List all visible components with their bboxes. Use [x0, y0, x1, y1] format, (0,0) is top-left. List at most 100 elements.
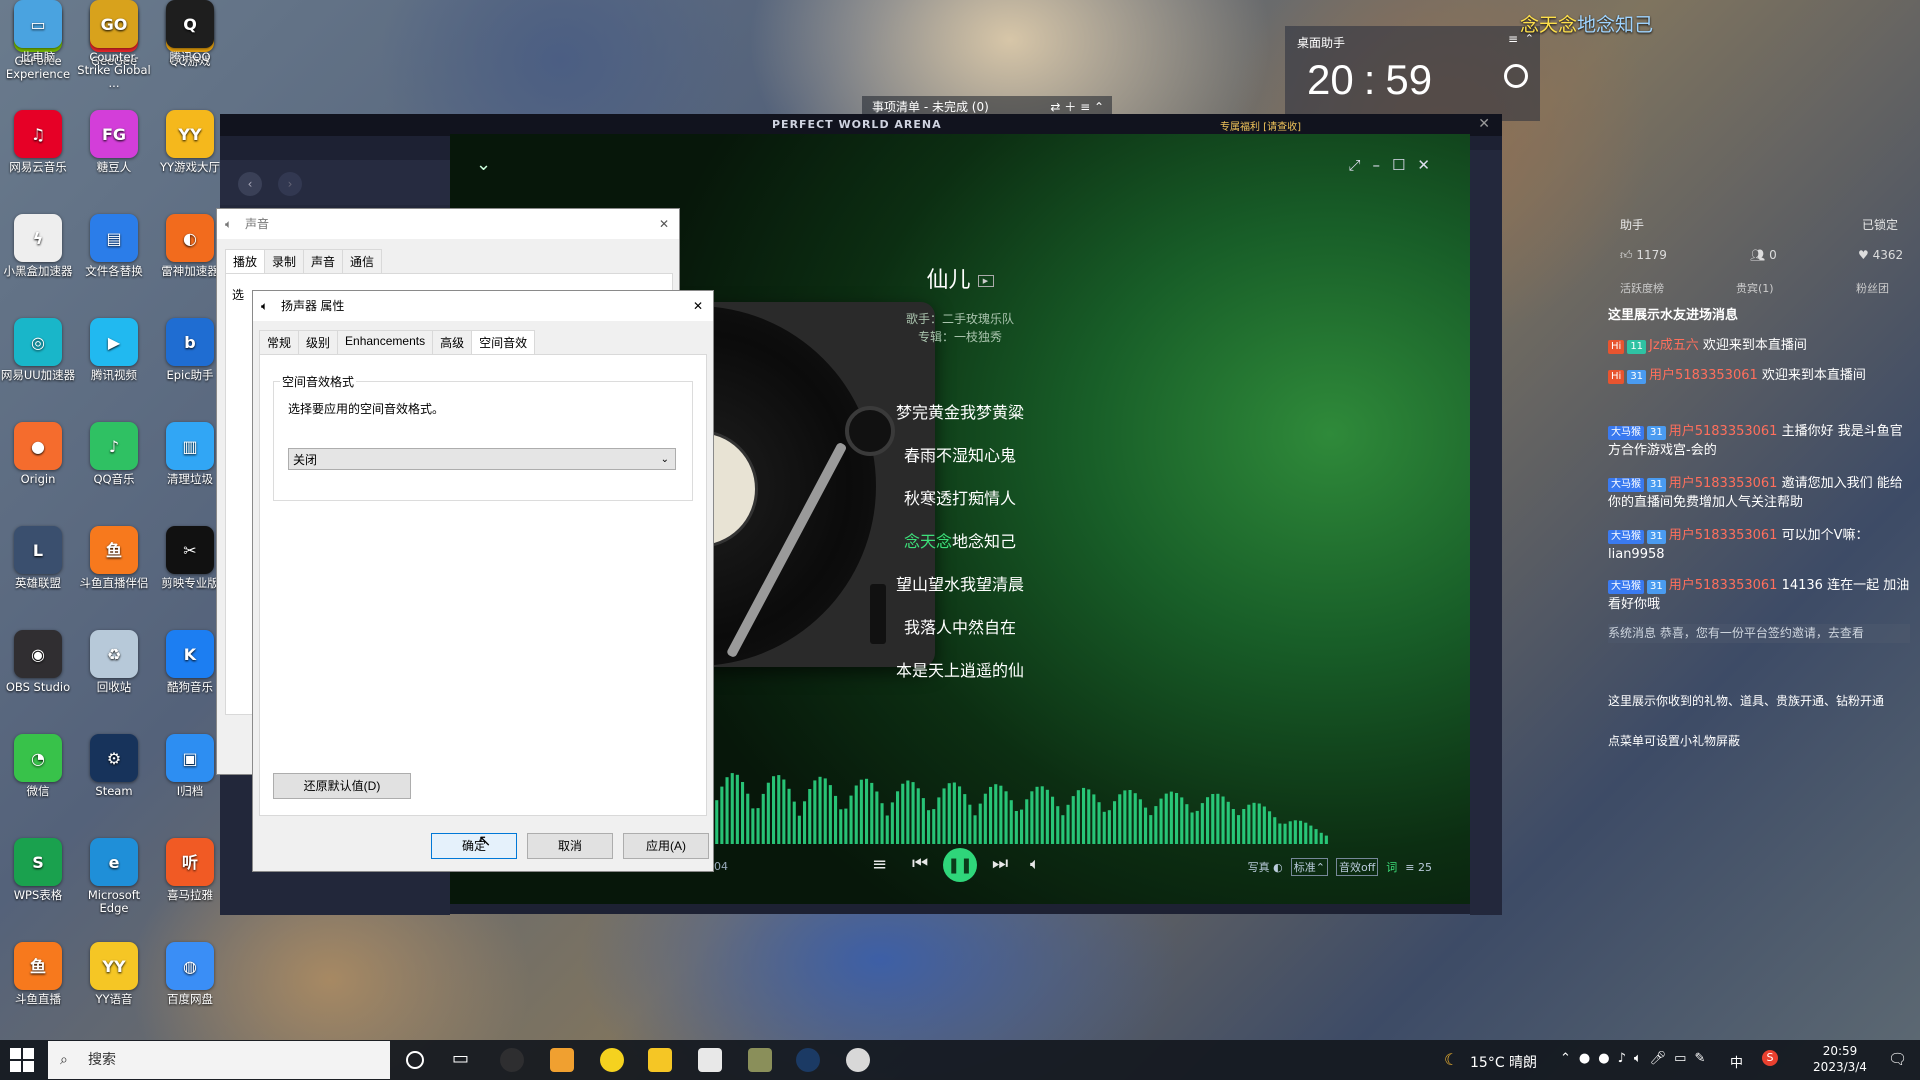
- notification-icon[interactable]: 🗨︎: [1888, 1050, 1907, 1068]
- taskbar-app-player-icon[interactable]: [846, 1048, 870, 1072]
- lyric-toggle[interactable]: 词: [1386, 859, 1397, 875]
- desktop-icon[interactable]: 听喜马拉雅: [152, 838, 228, 902]
- tab-communications[interactable]: 通信: [342, 249, 383, 273]
- desktop-icon[interactable]: L 英雄联盟: [0, 526, 76, 590]
- user-name[interactable]: 用户5183353061: [1669, 476, 1778, 491]
- live-panel-locked[interactable]: 已锁定: [1862, 216, 1898, 233]
- desktop-icon[interactable]: ▭ 此电脑: [0, 0, 76, 64]
- desktop-icon[interactable]: ● Origin: [0, 422, 76, 486]
- tray-icons[interactable]: ⌃●●♪🔈︎🎤︎▭✎: [1560, 1051, 1713, 1066]
- desktop-icon[interactable]: ⚙ Steam: [76, 734, 152, 798]
- desktop-helper-widget[interactable]: 桌面助手 ≡ ⌃ 20:59: [1285, 26, 1540, 121]
- user-name[interactable]: 用户5183353061: [1669, 528, 1778, 543]
- tab-levels[interactable]: 级别: [298, 330, 339, 354]
- taskbar-app-yy-icon[interactable]: [648, 1048, 672, 1072]
- close-icon[interactable]: ✕: [1417, 156, 1442, 174]
- desktop-icon[interactable]: ◎ 网易UU加速器: [0, 318, 76, 382]
- desktop-icon[interactable]: 鱼斗鱼直播: [0, 942, 76, 1006]
- back-arrow-icon[interactable]: ‹: [238, 172, 262, 196]
- sound-dialog-close-icon[interactable]: ✕: [659, 209, 669, 239]
- tab-enhancements[interactable]: Enhancements: [337, 330, 434, 354]
- tab-fan-club[interactable]: 粉丝团: [1856, 280, 1889, 296]
- user-name[interactable]: 用户5183353061: [1649, 368, 1758, 383]
- next-track-icon[interactable]: ⏭: [992, 853, 1008, 874]
- tab-sounds[interactable]: 声音: [303, 249, 344, 273]
- pause-button[interactable]: ❚❚: [943, 848, 977, 882]
- task-view-icon[interactable]: ▭: [452, 1048, 469, 1069]
- game-window-status[interactable]: 专属福利 [请查收]: [1220, 118, 1301, 133]
- start-button[interactable]: [10, 1048, 34, 1072]
- desktop-icon[interactable]: S WPS表格: [0, 838, 76, 902]
- collapse-chevron-icon[interactable]: ⌄: [476, 154, 491, 175]
- desktop-icon[interactable]: ▶ 腾讯视频: [76, 318, 152, 382]
- taskbar-app-steam-icon[interactable]: [796, 1048, 820, 1072]
- quality-button[interactable]: 标准⌃: [1290, 858, 1328, 876]
- desktop-icon[interactable]: e Microsoft Edge: [76, 838, 152, 915]
- taskbar-app-game-icon[interactable]: [748, 1048, 772, 1072]
- ok-button[interactable]: 确定: [431, 833, 517, 859]
- volume-icon[interactable]: 🔈︎: [1030, 854, 1040, 874]
- restore-defaults-button[interactable]: 还原默认值(D): [273, 773, 411, 799]
- desktop-icon[interactable]: Q 腾讯QQ: [152, 0, 228, 64]
- taskbar-app-obs-icon[interactable]: [500, 1048, 524, 1072]
- taskbar-app-orange-icon[interactable]: [550, 1048, 574, 1072]
- spectrum-bar: [1082, 787, 1086, 844]
- cortana-icon[interactable]: [406, 1051, 424, 1069]
- previous-track-icon[interactable]: ⏮: [912, 853, 928, 874]
- clock-date: 2023/3/4: [1813, 1060, 1867, 1074]
- desktop-icon[interactable]: ♻ 回收站: [76, 630, 152, 694]
- taskbar-clock[interactable]: 20:59 2023/3/4: [1808, 1043, 1872, 1075]
- speaker-dialog-close-icon[interactable]: ✕: [693, 291, 703, 321]
- game-window-close-icon[interactable]: ✕: [1478, 116, 1490, 132]
- tab-general[interactable]: 常规: [259, 330, 300, 354]
- desktop-icon-label: 回收站: [96, 680, 132, 694]
- photo-toggle[interactable]: 写真 ◐: [1248, 859, 1283, 875]
- taskbar-app-heybox-icon[interactable]: [698, 1048, 722, 1072]
- fullscreen-icon[interactable]: ⤢: [1348, 156, 1372, 174]
- desktop-helper-menu-icon[interactable]: ≡: [1508, 32, 1518, 46]
- sogou-icon[interactable]: S: [1762, 1050, 1778, 1066]
- spectrum-bar: [942, 788, 946, 844]
- user-name[interactable]: 用户5183353061: [1669, 424, 1778, 439]
- minimize-icon[interactable]: –: [1372, 156, 1392, 174]
- spatial-format-dropdown[interactable]: 关闭 ⌄: [288, 448, 676, 470]
- desktop-icon[interactable]: ▤ 文件各替换: [76, 214, 152, 278]
- desktop-icon[interactable]: FG 糖豆人: [76, 110, 152, 174]
- desktop-icon[interactable]: ♪ QQ音乐: [76, 422, 152, 486]
- weather-text[interactable]: 15°C 晴朗: [1470, 1052, 1537, 1072]
- user-name[interactable]: 用户5183353061: [1669, 578, 1778, 593]
- desktop-icon[interactable]: ◉ OBS Studio: [0, 630, 76, 694]
- desktop-icon[interactable]: 鱼斗鱼直播伴侣: [76, 526, 152, 590]
- playlist-mode-icon[interactable]: ≡: [872, 854, 887, 875]
- search-icon: ⌕: [60, 1052, 68, 1068]
- ime-indicator[interactable]: 中: [1730, 1052, 1743, 1071]
- desktop-icon[interactable]: YY YY语音: [76, 942, 152, 1006]
- tab-activity-rank[interactable]: 活跃度榜: [1620, 280, 1664, 296]
- desktop-icon[interactable]: ◔ 微信: [0, 734, 76, 798]
- tab-recording[interactable]: 录制: [264, 249, 305, 273]
- tab-vip[interactable]: 贵宾(1): [1736, 280, 1774, 296]
- queue-count[interactable]: ≡ 25: [1405, 861, 1432, 874]
- tab-playback[interactable]: 播放: [225, 249, 266, 273]
- spectrum-bar: [730, 773, 734, 844]
- spectrum-bar: [1309, 825, 1313, 844]
- tab-spatial-sound[interactable]: 空间音效: [471, 330, 536, 354]
- maximize-icon[interactable]: ☐: [1392, 156, 1417, 174]
- taskbar-app-qqmusic-icon[interactable]: [600, 1048, 624, 1072]
- user-name[interactable]: Jz成五六: [1649, 338, 1699, 353]
- system-message[interactable]: 系统消息 恭喜，您有一份平台签约邀请，去查看: [1608, 624, 1910, 643]
- chat-message: 大马猴 31 用户5183353061 可以加个V嘛：lian9958: [1608, 528, 1869, 562]
- desktop-icon[interactable]: YY YY游戏大厅: [152, 110, 228, 174]
- desktop-icon[interactable]: ♫ 网易云音乐: [0, 110, 76, 174]
- forward-arrow-icon[interactable]: ›: [278, 172, 302, 196]
- mv-icon[interactable]: ▶: [977, 275, 994, 287]
- apply-button[interactable]: 应用(A): [623, 833, 709, 859]
- effect-button[interactable]: 音效off: [1335, 858, 1379, 876]
- desktop-icon[interactable]: ϟ 小黑盒加速器: [0, 214, 76, 278]
- tab-advanced[interactable]: 高级: [432, 330, 473, 354]
- cancel-button[interactable]: 取消: [527, 833, 613, 859]
- taskbar-search[interactable]: ⌕ 搜索: [48, 1041, 390, 1079]
- desktop-icon[interactable]: ◍ 百度网盘: [152, 942, 228, 1006]
- desktop-icon[interactable]: GO Counter-Strike Global ...: [76, 0, 152, 90]
- desktop-lyric[interactable]: 念天念地念知己: [1520, 10, 1653, 37]
